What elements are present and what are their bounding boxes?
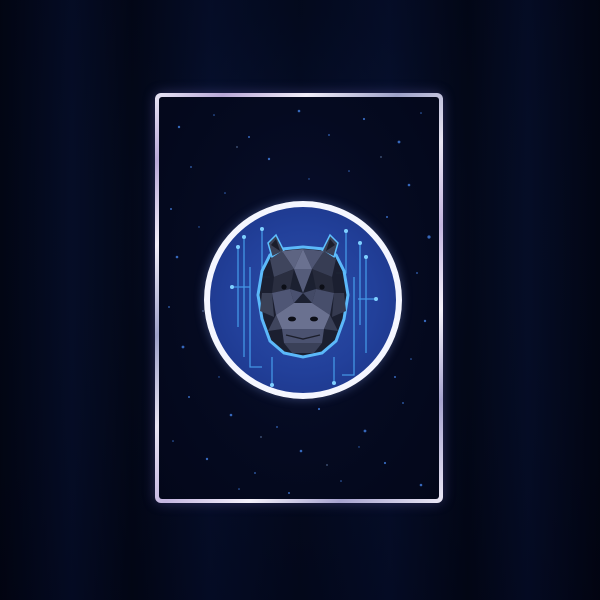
card-face bbox=[159, 97, 439, 499]
holographic-card-frame[interactable] bbox=[155, 93, 443, 503]
hippo-icon bbox=[256, 233, 350, 359]
viewport-background bbox=[0, 0, 600, 600]
hippo-medallion[interactable] bbox=[204, 201, 402, 399]
